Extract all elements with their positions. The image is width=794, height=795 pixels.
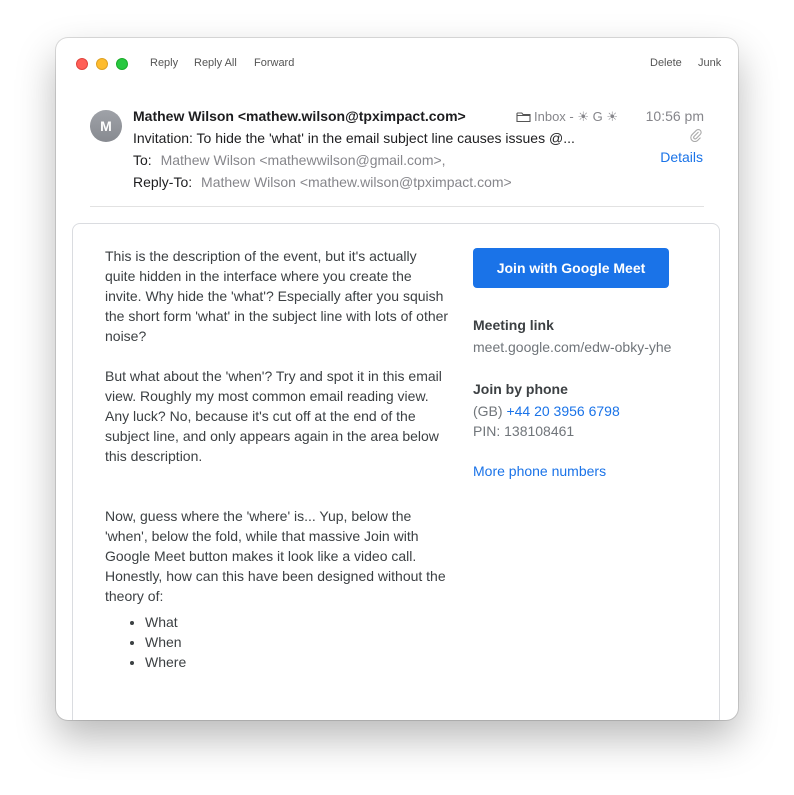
meeting-link[interactable]: meet.google.com/edw-obky-yhe xyxy=(473,339,671,355)
minimize-window-button[interactable] xyxy=(96,58,108,70)
mail-window: Reply Reply All Forward Delete Junk M Ma… xyxy=(56,38,738,720)
reply-to-row: Reply-To: Mathew Wilson <mathew.wilson@t… xyxy=(133,174,512,190)
more-phone-numbers-link[interactable]: More phone numbers xyxy=(473,463,606,479)
subject-line: Invitation: To hide the 'what' in the em… xyxy=(133,130,575,146)
reply-button[interactable]: Reply xyxy=(150,57,178,69)
description-paragraph: But what about the 'when'? Try and spot … xyxy=(105,368,442,464)
description-paragraph: Now, guess where the 'where' is... Yup, … xyxy=(105,508,446,604)
maximize-window-button[interactable] xyxy=(116,58,128,70)
event-description: This is the description of the event, bu… xyxy=(105,246,450,672)
junk-button[interactable]: Junk xyxy=(698,57,721,69)
phone-country: (GB) xyxy=(473,403,503,419)
list-item: Where xyxy=(145,652,450,672)
to-recipient[interactable]: Mathew Wilson <mathewwilson@gmail.com>, xyxy=(161,152,446,168)
received-time: 10:56 pm xyxy=(645,108,704,124)
reply-to-label: Reply-To: xyxy=(133,174,193,190)
join-google-meet-button[interactable]: Join with Google Meet xyxy=(473,248,669,288)
meeting-pin: PIN: 138108461 xyxy=(473,423,575,439)
to-row: To: Mathew Wilson <mathewwilson@gmail.co… xyxy=(133,152,446,168)
mailbox-indicator: Inbox - ☀ G ☀ xyxy=(516,109,618,125)
meeting-link-heading: Meeting link xyxy=(473,317,554,333)
sender[interactable]: Mathew Wilson <mathew.wilson@tpximpact.c… xyxy=(133,108,466,124)
invitation-card: This is the description of the event, bu… xyxy=(72,223,720,720)
phone-row: (GB) +44 20 3956 6798 xyxy=(473,403,620,419)
reply-to-address[interactable]: Mathew Wilson <mathew.wilson@tpximpact.c… xyxy=(201,174,512,190)
folder-icon xyxy=(516,112,531,123)
avatar: M xyxy=(90,110,122,142)
join-by-phone-heading: Join by phone xyxy=(473,381,568,397)
reply-all-button[interactable]: Reply All xyxy=(194,57,237,69)
description-paragraph: This is the description of the event, bu… xyxy=(105,248,449,344)
list-item: What xyxy=(145,612,450,632)
to-label: To: xyxy=(133,152,152,168)
close-window-button[interactable] xyxy=(76,58,88,70)
list-item: When xyxy=(145,632,450,652)
forward-button[interactable]: Forward xyxy=(254,57,294,69)
details-link[interactable]: Details xyxy=(660,149,703,165)
bullet-list: What When Where xyxy=(105,612,450,672)
header-divider xyxy=(90,206,704,207)
attachment-icon xyxy=(690,129,702,142)
phone-number-link[interactable]: +44 20 3956 6798 xyxy=(506,403,619,419)
mailbox-label: Inbox - ☀ G ☀ xyxy=(534,109,618,124)
delete-button[interactable]: Delete xyxy=(650,57,682,69)
